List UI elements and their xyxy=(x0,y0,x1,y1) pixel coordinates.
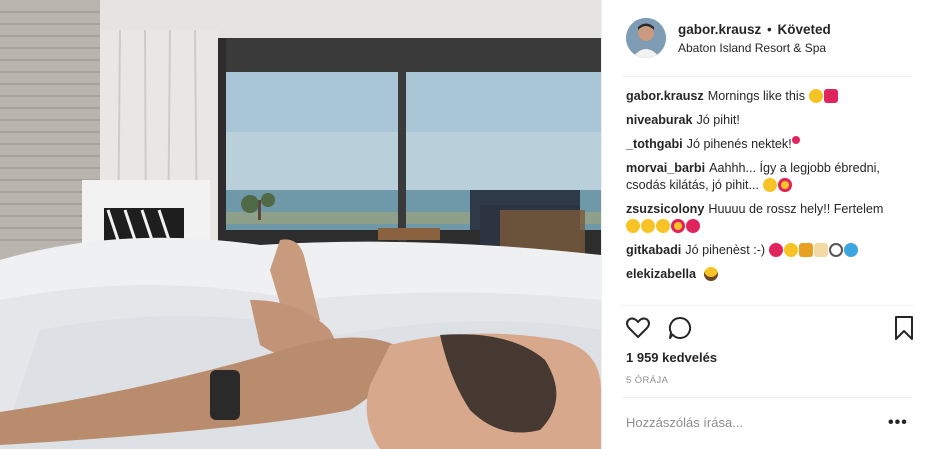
comment-input[interactable]: Hozzászólás írása... xyxy=(626,415,743,430)
comment-text: Jó pihenés nektek! xyxy=(686,137,792,151)
ice-cream-emoji-icon xyxy=(813,243,828,257)
heart-outline-icon[interactable] xyxy=(624,314,652,342)
divider xyxy=(622,76,913,77)
trophy-emoji-icon xyxy=(798,243,813,257)
bedroom-sea-view-image xyxy=(0,0,601,449)
smile-emoji-icon xyxy=(762,178,777,192)
comment-item: _tothgabi Jó pihenés nektek! xyxy=(626,136,921,153)
bookmark-icon[interactable] xyxy=(890,314,918,342)
comment-item: gabor.krausz Mornings like this xyxy=(626,88,921,105)
comment-item: niveaburak Jó pihit! xyxy=(626,112,921,129)
username-line: gabor.krausz • Követed xyxy=(678,22,831,37)
heart-eyes-emoji-icon xyxy=(777,178,792,192)
likes-count[interactable]: 1 959 kedvelés xyxy=(626,350,717,365)
comment-username[interactable]: elekizabella xyxy=(626,267,696,281)
grin-emoji-icon xyxy=(656,219,670,233)
grin-emoji-icon xyxy=(641,219,655,233)
sun-emoji-icon xyxy=(808,89,823,103)
comment-item: zsuzsicolony Huuuu de rossz hely!! Fertel… xyxy=(626,201,921,235)
location-link[interactable]: Abaton Island Resort & Spa xyxy=(678,41,826,55)
heart-emoji-icon xyxy=(823,89,838,103)
comment-text: Huuuu de rossz hely!! Fertelem xyxy=(708,202,884,216)
username-link[interactable]: gabor.krausz xyxy=(678,22,761,37)
kiss-emoji-icon xyxy=(686,219,700,233)
comment-username[interactable]: gabor.krausz xyxy=(626,89,704,103)
heart-emoji-icon xyxy=(791,136,800,144)
scream-emoji-icon xyxy=(703,267,718,281)
comment-item: morvai_barbi Aahhh... Így a legjobb ébred… xyxy=(626,160,921,194)
comment-username[interactable]: morvai_barbi xyxy=(626,161,705,175)
comment-username[interactable]: _tothgabi xyxy=(626,137,683,151)
comments-list: gabor.krausz Mornings like this niveabura… xyxy=(626,88,921,290)
post-header: gabor.krausz • Követed Abaton Island Res… xyxy=(602,0,938,76)
separator-dot: • xyxy=(767,22,772,37)
more-options-button[interactable]: ••• xyxy=(888,414,908,432)
avatar[interactable] xyxy=(626,18,666,58)
comment-item: elekizabella xyxy=(626,266,921,283)
divider xyxy=(622,305,913,306)
action-bar xyxy=(624,314,920,342)
sun-emoji-icon xyxy=(783,243,798,257)
droplets-emoji-icon xyxy=(843,243,858,257)
comment-username[interactable]: gitkabadi xyxy=(626,243,681,257)
comment-bubble-icon[interactable] xyxy=(666,314,694,342)
comment-item: gitkabadi Jó pihenèst :-) xyxy=(626,242,921,259)
comment-text: Jó pihenèst :-) xyxy=(685,243,766,257)
comment-username[interactable]: zsuzsicolony xyxy=(626,202,704,216)
post-side-panel: gabor.krausz • Követed Abaton Island Res… xyxy=(601,0,938,449)
divider xyxy=(622,397,913,398)
magnifier-emoji-icon xyxy=(828,243,843,257)
comment-text: Jó pihit! xyxy=(696,113,740,127)
kiss-emoji-icon xyxy=(768,243,783,257)
comment-text: Mornings like this xyxy=(707,89,805,103)
heart-eyes-emoji-icon xyxy=(671,219,685,233)
follow-status[interactable]: Követed xyxy=(778,22,831,37)
grin-emoji-icon xyxy=(626,219,640,233)
post-photo[interactable] xyxy=(0,0,601,449)
post-timestamp: 5 ÓRÁJA xyxy=(626,375,669,386)
comment-username[interactable]: niveaburak xyxy=(626,113,693,127)
